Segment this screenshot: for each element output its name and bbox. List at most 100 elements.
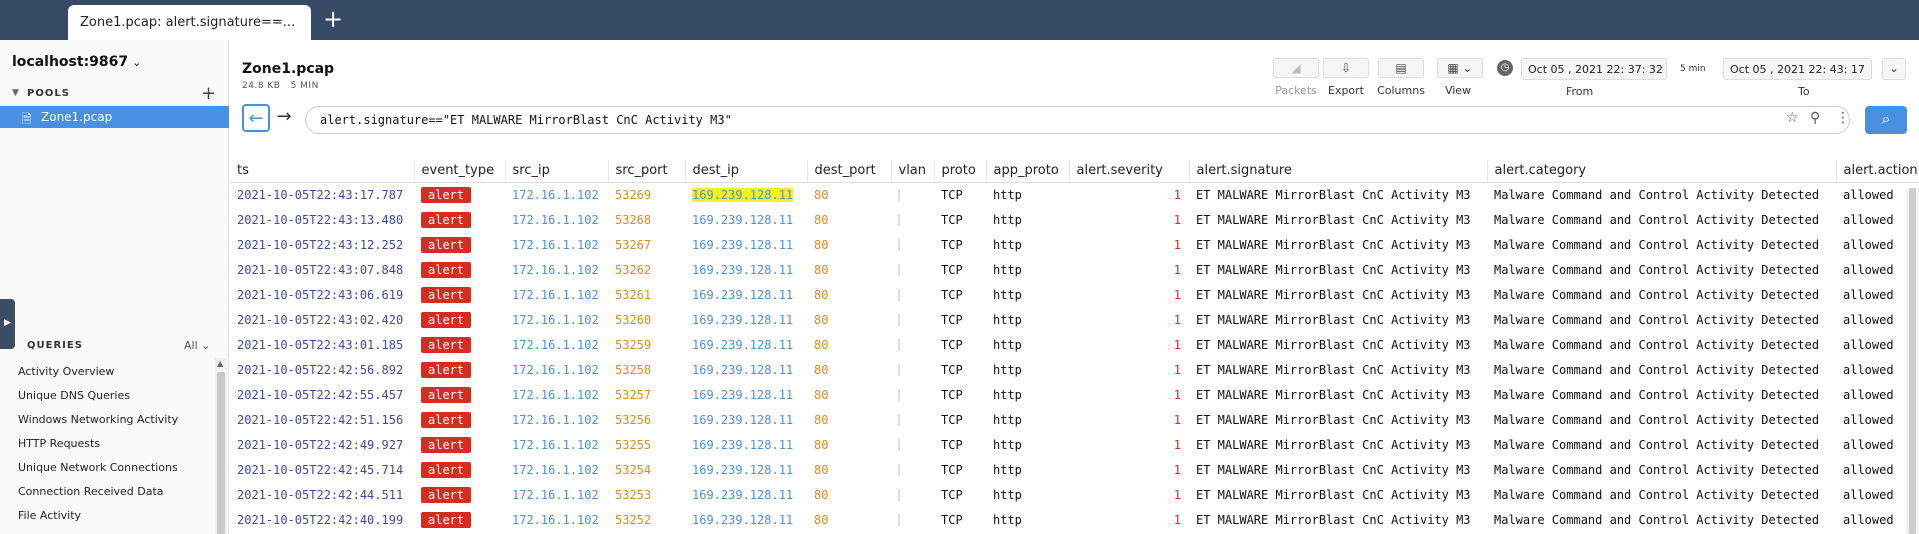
cell-vlan[interactable] xyxy=(891,307,934,332)
pools-header[interactable]: ▼ POOLS + xyxy=(0,83,229,106)
table-row[interactable]: 2021-10-05T22:43:02.420 alert 172.16.1.102… xyxy=(230,307,1919,332)
cell-event-type[interactable]: alert xyxy=(414,232,505,257)
cell-dest-ip[interactable]: 169.239.128.11 xyxy=(685,382,807,407)
cell-app-proto[interactable]: http xyxy=(986,457,1069,482)
search-input[interactable]: alert.signature=="ET MALWARE MirrorBlast… xyxy=(305,106,1850,134)
cell-dest-port[interactable]: 80 xyxy=(807,207,891,232)
cell-dest-ip[interactable]: 169.239.128.11 xyxy=(685,232,807,257)
table-row[interactable]: 2021-10-05T22:43:13.480 alert 172.16.1.102… xyxy=(230,207,1919,232)
cell-severity[interactable]: 1 xyxy=(1069,257,1189,282)
cell-dest-port[interactable]: 80 xyxy=(807,382,891,407)
cell-proto[interactable]: TCP xyxy=(934,332,986,357)
cell-signature[interactable]: ET MALWARE MirrorBlast CnC Activity M3 xyxy=(1189,507,1487,532)
cell-ts[interactable]: 2021-10-05T22:42:55.457 xyxy=(230,382,414,407)
kebab-icon[interactable]: ⋮ xyxy=(1836,110,1850,126)
cell-signature[interactable]: ET MALWARE MirrorBlast CnC Activity M3 xyxy=(1189,332,1487,357)
cell-category[interactable]: Malware Command and Control Activity Det… xyxy=(1487,332,1836,357)
cell-src-ip[interactable]: 172.16.1.102 xyxy=(505,282,608,307)
cell-proto[interactable]: TCP xyxy=(934,182,986,207)
cell-category[interactable]: Malware Command and Control Activity Det… xyxy=(1487,182,1836,207)
cell-dest-ip[interactable]: 169.239.128.11 xyxy=(685,257,807,282)
cell-ts[interactable]: 2021-10-05T22:42:44.511 xyxy=(230,482,414,507)
cell-dest-ip[interactable]: 169.239.128.11 xyxy=(685,507,807,532)
cell-signature[interactable]: ET MALWARE MirrorBlast CnC Activity M3 xyxy=(1189,257,1487,282)
cell-dest-ip[interactable]: 169.239.128.11 xyxy=(685,357,807,382)
query-item[interactable]: File Activity xyxy=(0,504,215,528)
col-header[interactable]: alert.signature xyxy=(1189,160,1488,183)
cell-vlan[interactable] xyxy=(891,382,934,407)
cell-severity[interactable]: 1 xyxy=(1069,332,1189,357)
cell-severity[interactable]: 1 xyxy=(1069,407,1189,432)
cell-vlan[interactable] xyxy=(891,182,934,207)
cell-app-proto[interactable]: http xyxy=(986,482,1069,507)
cell-src-ip[interactable]: 172.16.1.102 xyxy=(505,332,608,357)
cell-src-ip[interactable]: 172.16.1.102 xyxy=(505,357,608,382)
cell-dest-ip[interactable]: 169.239.128.11 xyxy=(685,182,807,207)
cell-event-type[interactable]: alert xyxy=(414,332,505,357)
cell-severity[interactable]: 1 xyxy=(1069,382,1189,407)
query-scroll-thumb[interactable] xyxy=(217,372,225,534)
cell-vlan[interactable] xyxy=(891,432,934,457)
cell-src-ip[interactable]: 172.16.1.102 xyxy=(505,207,608,232)
cell-severity[interactable]: 1 xyxy=(1069,457,1189,482)
col-header[interactable]: src_port xyxy=(608,160,686,183)
cell-signature[interactable]: ET MALWARE MirrorBlast CnC Activity M3 xyxy=(1189,357,1487,382)
table-row[interactable]: 2021-10-05T22:42:55.457 alert 172.16.1.102… xyxy=(230,382,1919,407)
cell-src-port[interactable]: 53267 xyxy=(608,232,685,257)
table-scroll-thumb[interactable] xyxy=(1909,188,1916,534)
cell-app-proto[interactable]: http xyxy=(986,307,1069,332)
cell-src-port[interactable]: 53254 xyxy=(608,457,685,482)
cell-dest-port[interactable]: 80 xyxy=(807,432,891,457)
cell-app-proto[interactable]: http xyxy=(986,182,1069,207)
cell-proto[interactable]: TCP xyxy=(934,357,986,382)
cell-src-port[interactable]: 53262 xyxy=(608,257,685,282)
cell-event-type[interactable]: alert xyxy=(414,207,505,232)
pin-icon[interactable]: ⚲ xyxy=(1810,110,1820,126)
cell-category[interactable]: Malware Command and Control Activity Det… xyxy=(1487,357,1836,382)
cell-signature[interactable]: ET MALWARE MirrorBlast CnC Activity M3 xyxy=(1189,232,1487,257)
time-from-input[interactable]: Oct 05 , 2021 22: 37: 32 xyxy=(1521,58,1667,80)
col-header[interactable]: src_ip xyxy=(505,160,609,183)
cell-src-port[interactable]: 53253 xyxy=(608,482,685,507)
table-row[interactable]: 2021-10-05T22:42:51.156 alert 172.16.1.102… xyxy=(230,407,1919,432)
col-header[interactable]: dest_ip xyxy=(685,160,808,183)
cell-signature[interactable]: ET MALWARE MirrorBlast CnC Activity M3 xyxy=(1189,182,1487,207)
cell-severity[interactable]: 1 xyxy=(1069,232,1189,257)
cell-signature[interactable]: ET MALWARE MirrorBlast CnC Activity M3 xyxy=(1189,432,1487,457)
cell-vlan[interactable] xyxy=(891,282,934,307)
col-header[interactable]: alert.severity xyxy=(1069,160,1190,183)
cell-signature[interactable]: ET MALWARE MirrorBlast CnC Activity M3 xyxy=(1189,482,1487,507)
col-header[interactable]: event_type xyxy=(414,160,506,183)
cell-category[interactable]: Malware Command and Control Activity Det… xyxy=(1487,507,1836,532)
cell-severity[interactable]: 1 xyxy=(1069,307,1189,332)
cell-dest-ip[interactable]: 169.239.128.11 xyxy=(685,457,807,482)
cell-ts[interactable]: 2021-10-05T22:43:01.185 xyxy=(230,332,414,357)
tab-zone1[interactable]: Zone1.pcap: alert.signature==... xyxy=(68,5,311,40)
pool-item-zone1[interactable]: 🗎 Zone1.pcap xyxy=(0,106,229,128)
cell-ts[interactable]: 2021-10-05T22:42:51.156 xyxy=(230,407,414,432)
query-item[interactable]: Activity Overview xyxy=(0,360,215,384)
cell-proto[interactable]: TCP xyxy=(934,432,986,457)
cell-app-proto[interactable]: http xyxy=(986,332,1069,357)
cell-app-proto[interactable]: http xyxy=(986,382,1069,407)
cell-src-port[interactable]: 53269 xyxy=(608,182,685,207)
cell-category[interactable]: Malware Command and Control Activity Det… xyxy=(1487,307,1836,332)
cell-severity[interactable]: 1 xyxy=(1069,432,1189,457)
cell-dest-port[interactable]: 80 xyxy=(807,482,891,507)
add-pool-icon[interactable]: + xyxy=(201,83,216,104)
cell-proto[interactable]: TCP xyxy=(934,232,986,257)
cell-event-type[interactable]: alert xyxy=(414,507,505,532)
cell-src-port[interactable]: 53256 xyxy=(608,407,685,432)
cell-event-type[interactable]: alert xyxy=(414,407,505,432)
cell-src-port[interactable]: 53260 xyxy=(608,307,685,332)
new-tab-button[interactable]: + xyxy=(320,7,346,33)
cell-dest-ip[interactable]: 169.239.128.11 xyxy=(685,282,807,307)
table-row[interactable]: 2021-10-05T22:43:07.848 alert 172.16.1.102… xyxy=(230,257,1919,282)
cell-src-port[interactable]: 53252 xyxy=(608,507,685,532)
cell-app-proto[interactable]: http xyxy=(986,257,1069,282)
table-row[interactable]: 2021-10-05T22:42:40.199 alert 172.16.1.102… xyxy=(230,507,1919,532)
cell-vlan[interactable] xyxy=(891,332,934,357)
cell-event-type[interactable]: alert xyxy=(414,307,505,332)
query-item[interactable]: Windows Networking Activity xyxy=(0,408,215,432)
cell-severity[interactable]: 1 xyxy=(1069,282,1189,307)
